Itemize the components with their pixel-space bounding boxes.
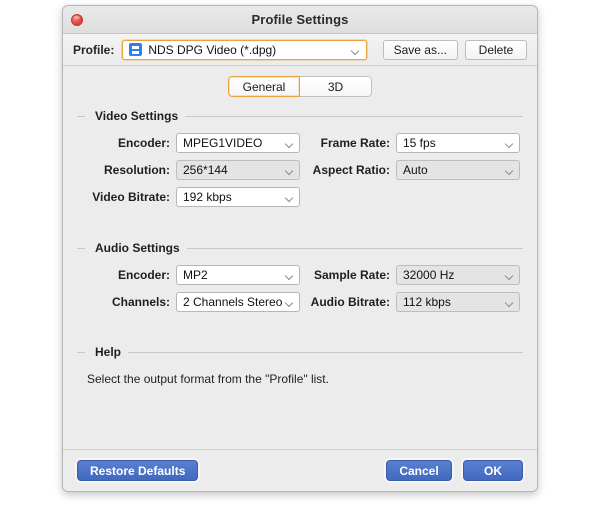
profile-document-icon bbox=[129, 43, 143, 56]
group-rule bbox=[128, 351, 523, 353]
profile-dropdown-value: NDS DPG Video (*.dpg) bbox=[148, 42, 277, 57]
chevron-down-icon bbox=[506, 141, 513, 145]
chevron-down-icon bbox=[350, 46, 359, 55]
group-rule-left bbox=[77, 351, 85, 353]
video-bitrate-dropdown[interactable]: 192 kbps bbox=[176, 186, 300, 207]
restore-defaults-button[interactable]: Restore Defaults bbox=[77, 460, 199, 481]
tab-3d[interactable]: 3D bbox=[300, 76, 372, 97]
delete-button[interactable]: Delete bbox=[465, 39, 527, 60]
video-encoder-value: MPEG1VIDEO bbox=[183, 135, 263, 150]
help-text: Select the output format from the "Profi… bbox=[87, 372, 329, 386]
video-encoder-label: Encoder: bbox=[117, 135, 170, 150]
audio-bitrate-dropdown[interactable]: 112 kbps bbox=[396, 291, 520, 312]
chevron-down-icon bbox=[286, 195, 293, 199]
video-framerate-field: Frame Rate: 15 fps bbox=[309, 132, 523, 153]
video-resolution-label: Resolution: bbox=[104, 162, 170, 177]
video-framerate-label: Frame Rate: bbox=[320, 135, 390, 150]
group-rule-left bbox=[77, 247, 85, 249]
chevron-down-icon bbox=[286, 168, 293, 172]
group-rule bbox=[185, 115, 523, 117]
audio-channels-value: 2 Channels Stereo bbox=[183, 294, 283, 309]
group-rule bbox=[186, 247, 523, 249]
cancel-button[interactable]: Cancel bbox=[386, 460, 452, 481]
help-group: Help Select the output format from the "… bbox=[77, 345, 523, 386]
audio-row-1: Encoder: MP2 Sample Rate: 32000 Hz bbox=[77, 264, 523, 285]
video-resolution-field: Resolution: 256*144 bbox=[77, 159, 309, 180]
audio-samplerate-value: 32000 Hz bbox=[403, 267, 455, 282]
video-settings-fields: Encoder: MPEG1VIDEO Frame Rate: 15 fps R… bbox=[77, 132, 523, 207]
tab-general[interactable]: General bbox=[228, 76, 300, 97]
profile-toolbar: Profile: NDS DPG Video (*.dpg) Save as..… bbox=[63, 34, 537, 66]
audio-channels-field: Channels: 2 Channels Stereo bbox=[77, 291, 309, 312]
video-encoder-field: Encoder: MPEG1VIDEO bbox=[77, 132, 309, 153]
profile-dropdown[interactable]: NDS DPG Video (*.dpg) bbox=[122, 39, 367, 60]
chevron-down-icon bbox=[286, 300, 293, 304]
chevron-down-icon bbox=[286, 273, 293, 277]
settings-content: Video Settings Encoder: MPEG1VIDEO Frame… bbox=[63, 109, 537, 449]
video-framerate-value: 15 fps bbox=[403, 135, 436, 150]
video-settings-title: Video Settings bbox=[95, 109, 179, 123]
audio-encoder-field: Encoder: MP2 bbox=[77, 264, 309, 285]
chevron-down-icon bbox=[506, 300, 513, 304]
group-rule-left bbox=[77, 115, 85, 117]
video-resolution-dropdown[interactable]: 256*144 bbox=[176, 159, 300, 180]
audio-settings-fields: Encoder: MP2 Sample Rate: 32000 Hz Chann… bbox=[77, 264, 523, 312]
close-icon[interactable] bbox=[71, 13, 83, 26]
audio-channels-label: Channels: bbox=[111, 294, 170, 309]
audio-encoder-value: MP2 bbox=[183, 267, 208, 282]
video-resolution-value: 256*144 bbox=[183, 162, 228, 177]
audio-channels-dropdown[interactable]: 2 Channels Stereo bbox=[176, 291, 300, 312]
video-aspectratio-dropdown[interactable]: Auto bbox=[396, 159, 520, 180]
dialog-footer: Restore Defaults Cancel OK bbox=[63, 449, 537, 491]
audio-encoder-dropdown[interactable]: MP2 bbox=[176, 264, 300, 285]
window-title: Profile Settings bbox=[251, 12, 349, 27]
audio-settings-header: Audio Settings bbox=[77, 241, 523, 255]
audio-samplerate-field: Sample Rate: 32000 Hz bbox=[309, 264, 523, 285]
video-aspectratio-field: Aspect Ratio: Auto bbox=[309, 159, 523, 180]
video-settings-group: Video Settings Encoder: MPEG1VIDEO Frame… bbox=[77, 109, 523, 207]
video-framerate-dropdown[interactable]: 15 fps bbox=[396, 132, 520, 153]
video-bitrate-label: Video Bitrate: bbox=[92, 189, 170, 204]
profile-settings-window: Profile Settings Profile: NDS DPG Video … bbox=[62, 5, 538, 492]
help-header: Help bbox=[77, 345, 523, 359]
title-bar: Profile Settings bbox=[63, 6, 537, 34]
tab-bar: General 3D bbox=[63, 66, 537, 109]
audio-settings-title: Audio Settings bbox=[95, 241, 180, 255]
audio-bitrate-value: 112 kbps bbox=[403, 294, 451, 309]
video-row-2: Resolution: 256*144 Aspect Ratio: Auto bbox=[77, 159, 523, 180]
save-as-button[interactable]: Save as... bbox=[382, 39, 458, 60]
audio-samplerate-dropdown[interactable]: 32000 Hz bbox=[396, 264, 520, 285]
video-bitrate-value: 192 kbps bbox=[183, 189, 232, 204]
chevron-down-icon bbox=[506, 168, 513, 172]
profile-label: Profile: bbox=[73, 42, 115, 57]
video-encoder-dropdown[interactable]: MPEG1VIDEO bbox=[176, 132, 300, 153]
video-aspectratio-value: Auto bbox=[403, 162, 428, 177]
help-title: Help bbox=[95, 345, 122, 359]
audio-samplerate-label: Sample Rate: bbox=[313, 267, 390, 282]
ok-button[interactable]: OK bbox=[463, 460, 523, 481]
video-bitrate-field: Video Bitrate: 192 kbps bbox=[77, 186, 309, 207]
video-settings-header: Video Settings bbox=[77, 109, 523, 123]
audio-settings-group: Audio Settings Encoder: MP2 Sample Rate: bbox=[77, 241, 523, 312]
video-row-1: Encoder: MPEG1VIDEO Frame Rate: 15 fps bbox=[77, 132, 523, 153]
video-row-3: Video Bitrate: 192 kbps bbox=[77, 186, 523, 207]
audio-bitrate-label: Audio Bitrate: bbox=[310, 294, 390, 309]
audio-bitrate-field: Audio Bitrate: 112 kbps bbox=[309, 291, 523, 312]
audio-row-2: Channels: 2 Channels Stereo Audio Bitrat… bbox=[77, 291, 523, 312]
audio-encoder-label: Encoder: bbox=[117, 267, 170, 282]
chevron-down-icon bbox=[286, 141, 293, 145]
chevron-down-icon bbox=[506, 273, 513, 277]
video-aspectratio-label: Aspect Ratio: bbox=[312, 162, 390, 177]
